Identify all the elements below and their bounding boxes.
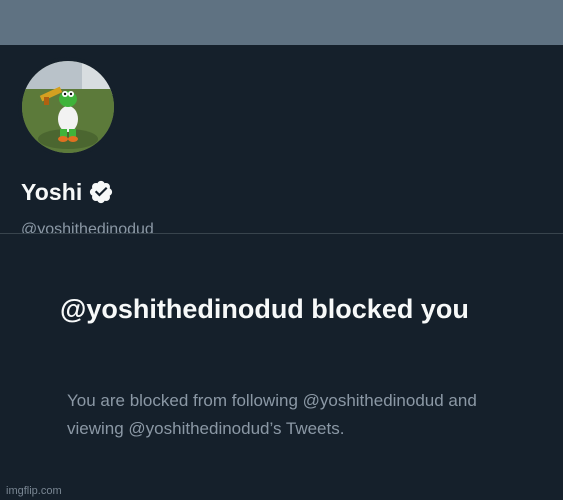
watermark: imgflip.com: [6, 485, 62, 497]
profile-header: Yoshi @yoshithedinodud: [0, 45, 563, 238]
name-row: Yoshi: [21, 177, 114, 207]
verified-badge-icon: [88, 179, 114, 205]
blocked-panel: [0, 234, 563, 500]
display-name: Yoshi: [21, 178, 83, 205]
avatar[interactable]: [18, 57, 118, 157]
yoshi-avatar: [22, 61, 114, 153]
blocked-subtitle: You are blocked from following @yoshithe…: [67, 391, 477, 438]
profile-banner[interactable]: [0, 0, 563, 45]
blocked-title: @yoshithedinodud blocked you: [60, 294, 469, 324]
